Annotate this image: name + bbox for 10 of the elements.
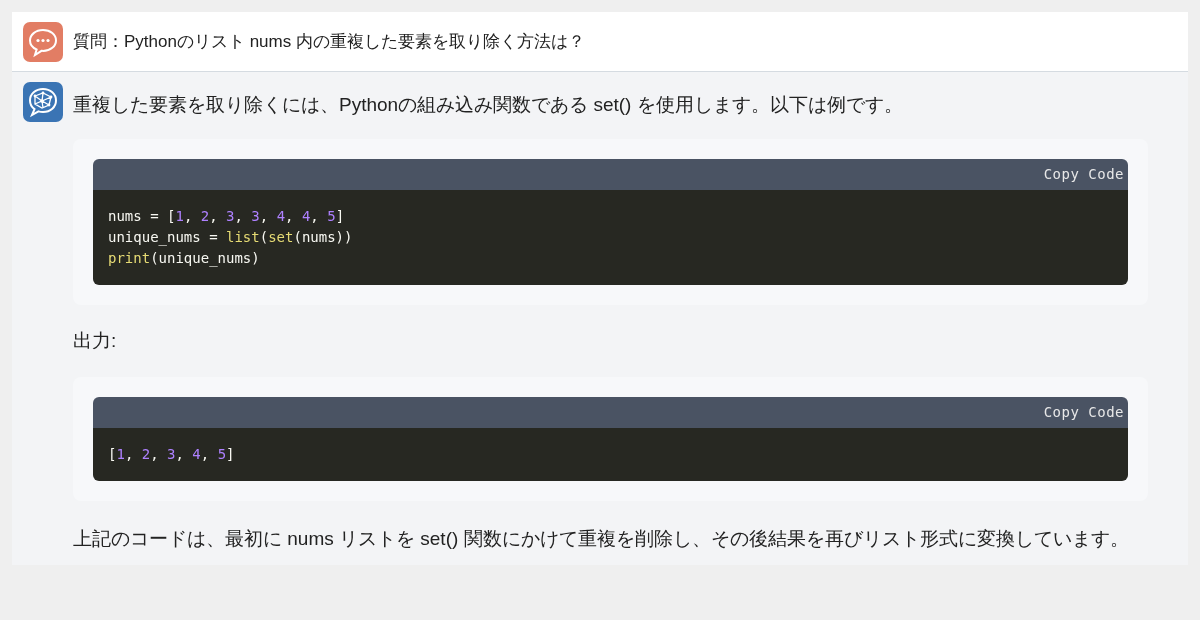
code-text: [1, 2, 3, 4, 5] (93, 428, 1128, 481)
speech-bubble-icon (23, 21, 63, 62)
code-text: nums = [1, 2, 3, 3, 4, 4, 5] unique_nums = list(set(nums)) print(unique_nums) (93, 190, 1128, 285)
copy-code-button[interactable]: Copy Code (1043, 402, 1124, 423)
question-text: 質問：Pythonのリスト nums 内の重複した要素を取り除く方法は？ (73, 30, 585, 53)
network-bubble-icon (23, 82, 63, 122)
answer-text: 上記のコードは、最初に nums リストを set() 関数にかけて重複を削除し、その後結果を再びリスト形式に変換しています。 (73, 527, 1130, 551)
answer-text: 出力: (73, 329, 118, 353)
copy-code-button[interactable]: Copy Code (1043, 164, 1124, 185)
answer-text: 重複した要素を取り除くには、Pythonの組み込み関数である set() を使用します。以下は例です。 (73, 93, 904, 117)
